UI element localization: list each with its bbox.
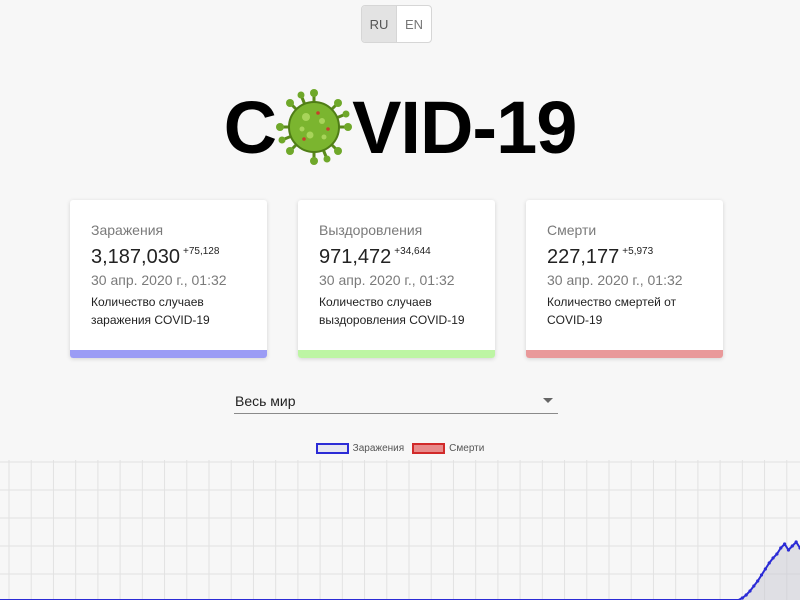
data-point (759, 573, 764, 577)
card-description: Количество смертей от COVID-19 (547, 295, 677, 327)
card-delta: +75,128 (182, 246, 220, 257)
language-switch: RU EN (361, 5, 432, 43)
data-point (779, 546, 783, 550)
card-date: 30 апр. 2020 г., 01:32 (91, 272, 227, 288)
infections-card: Заражения 3,187,030 +75,128 30 апр. 2020… (70, 200, 267, 358)
card-delta: +34,644 (394, 246, 431, 257)
card-label: Заражения (91, 222, 164, 238)
card-color-bar (298, 350, 495, 358)
title-right: VID-19 (352, 85, 577, 169)
region-select-value: Весь мир (235, 392, 296, 409)
chart-legend: Заражения Смерти (0, 443, 800, 454)
page-title: C VID-19 (0, 82, 800, 172)
data-point (775, 552, 779, 556)
title-left: C (223, 85, 277, 169)
cases-chart (0, 460, 800, 600)
data-point (744, 593, 748, 597)
deaths-card: Смерти 227,177 +5,973 30 апр. 2020 г., 0… (526, 200, 723, 358)
card-label: Выздоровления (319, 222, 423, 238)
card-delta: +5,973 (622, 246, 654, 257)
legend-item-deaths[interactable]: Смерти (412, 443, 484, 454)
data-point (748, 589, 752, 593)
data-point (786, 548, 791, 552)
card-label: Смерти (547, 222, 597, 238)
data-point (752, 584, 756, 588)
recoveries-card: Выздоровления 971,472 +34,644 30 апр. 20… (298, 200, 495, 358)
card-description: Количество случаев выздоровления COVID-1… (319, 295, 465, 327)
card-date: 30 апр. 2020 г., 01:32 (319, 272, 455, 288)
card-color-bar (70, 350, 267, 358)
data-point (783, 542, 787, 546)
legend-swatch (315, 443, 349, 454)
data-point (794, 540, 798, 544)
legend-label: Смерти (449, 443, 485, 454)
data-point (771, 556, 775, 560)
data-point (767, 561, 771, 565)
data-point (763, 567, 767, 571)
legend-label: Заражения (352, 443, 405, 454)
card-value: 227,177 (547, 246, 620, 268)
card-color-bar (526, 350, 723, 358)
virus-icon (276, 89, 353, 165)
dropdown-arrow-icon (543, 398, 553, 403)
data-point (740, 596, 744, 600)
lang-ru-button[interactable]: RU (362, 6, 397, 42)
legend-swatch (412, 443, 446, 454)
legend-item-infections[interactable]: Заражения (315, 443, 405, 454)
data-point (756, 579, 760, 583)
region-select[interactable]: Весь мир (234, 388, 558, 414)
card-value: 971,472 (319, 246, 392, 268)
chart-grid (0, 460, 800, 600)
card-value: 3,187,030 (91, 246, 180, 268)
card-description: Количество случаев заражения COVID-19 (91, 295, 210, 327)
lang-en-button[interactable]: EN (397, 6, 431, 42)
card-date: 30 апр. 2020 г., 01:32 (547, 272, 683, 288)
data-point (790, 544, 794, 548)
